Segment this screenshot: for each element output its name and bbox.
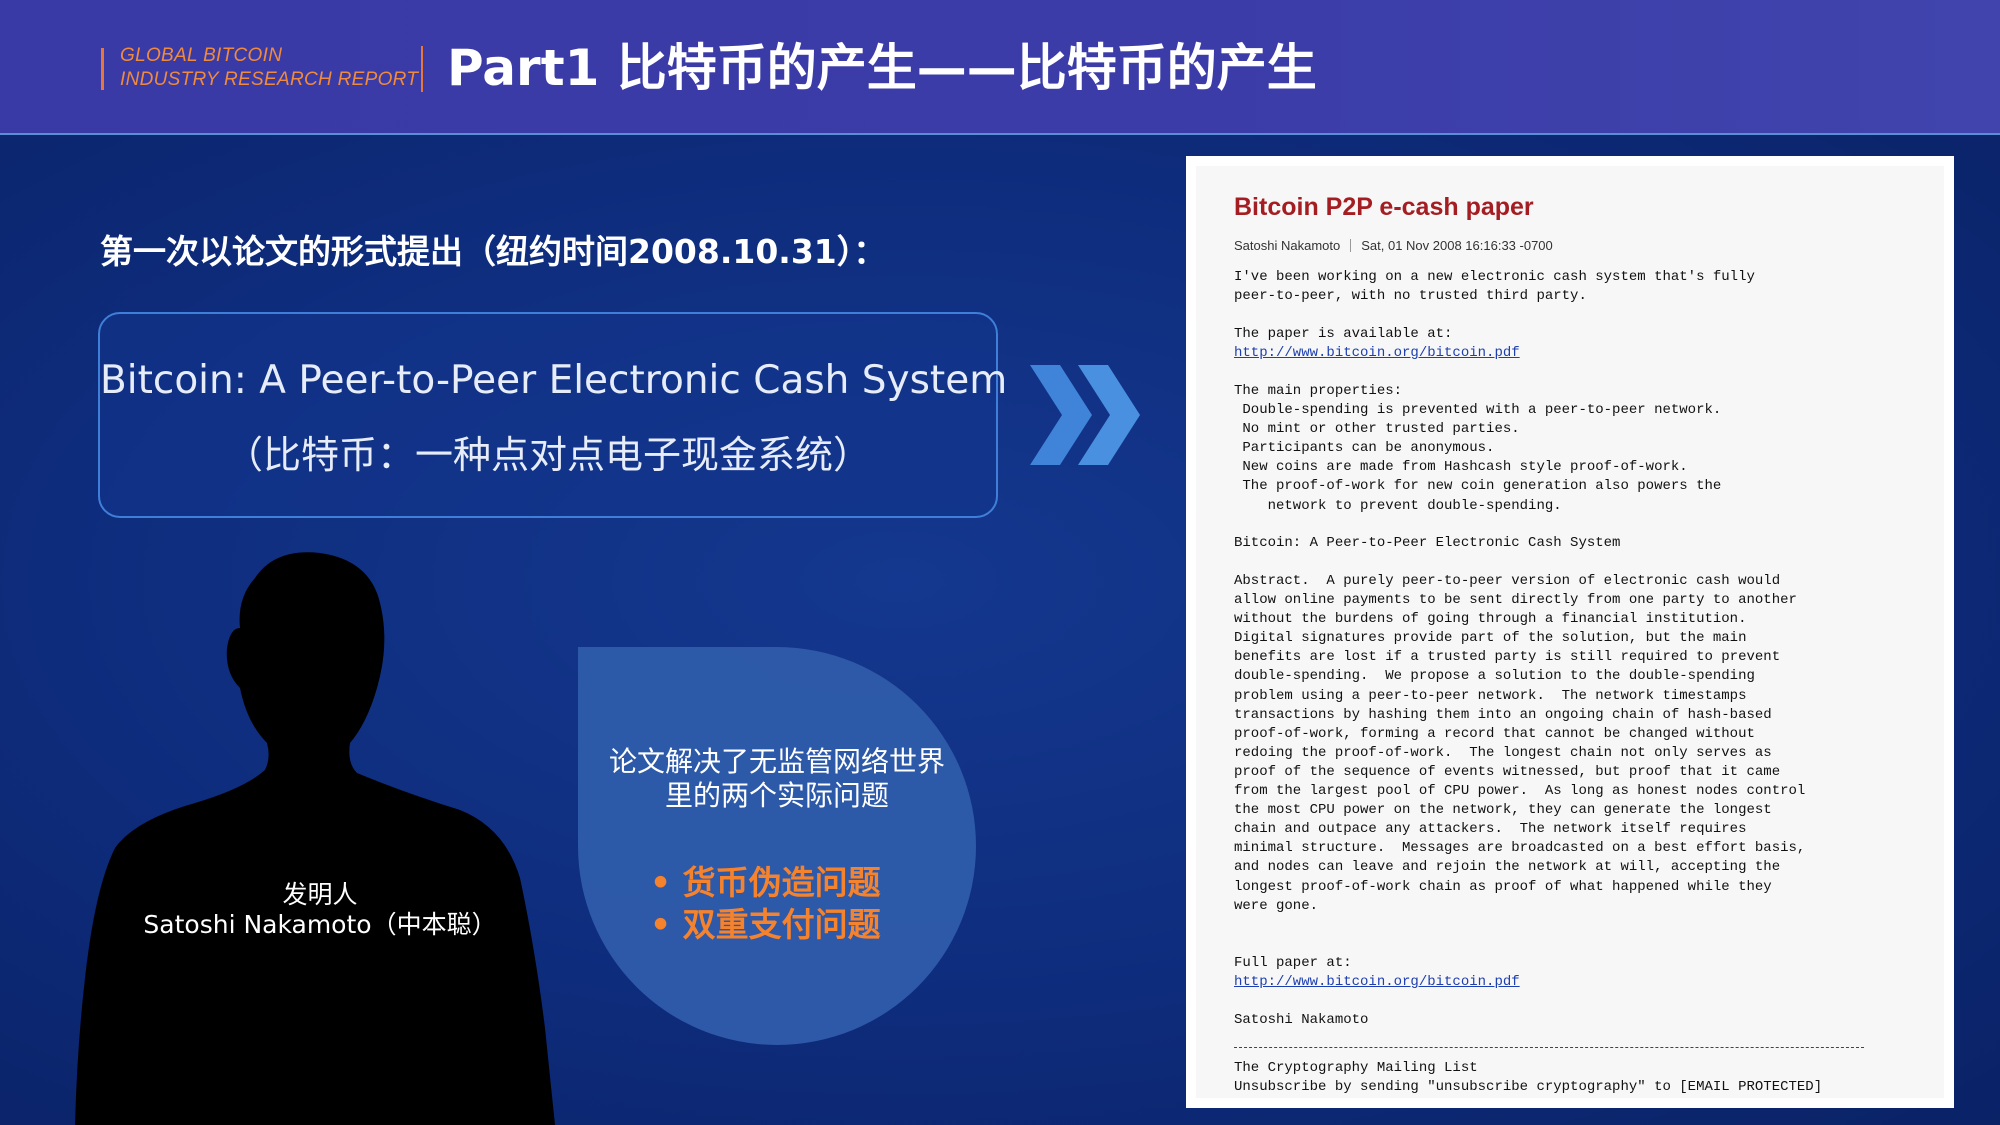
paper-screenshot: Bitcoin P2P e-cash paper Satoshi Nakamot… xyxy=(1186,156,1954,1108)
main-properties: The main properties: Double-spending is … xyxy=(1234,383,1722,514)
section-subtitle: 第一次以论文的形式提出（纽约时间2008.10.31）： xyxy=(100,232,887,271)
bubble-line-2: 里的两个实际问题 xyxy=(664,779,889,812)
inventor-name: Satoshi Nakamoto（中本聪） xyxy=(143,910,497,939)
bubble-line-1: 论文解决了无监管网络世界 xyxy=(608,745,945,778)
email-intro: I've been working on a new electronic ca… xyxy=(1234,269,1755,305)
available-label: The paper is available at: xyxy=(1234,326,1453,342)
double-chevron-right-icon xyxy=(1030,365,1140,465)
brand-logo-text: GLOBAL BITCOIN INDUSTRY RESEARCH REPORT xyxy=(120,44,418,92)
email-meta: Satoshi Nakamoto Sat, 01 Nov 2008 16:16:3… xyxy=(1234,238,1553,253)
full-paper-link-row: http://www.bitcoin.org/bitcoin.pdf xyxy=(1234,973,1520,992)
meta-divider xyxy=(1350,239,1352,252)
full-paper-link[interactable]: http://www.bitcoin.org/bitcoin.pdf xyxy=(1234,974,1520,990)
inventor-caption: 发明人 Satoshi Nakamoto（中本聪） xyxy=(120,880,520,940)
brand-line-2: INDUSTRY RESEARCH REPORT xyxy=(120,69,419,90)
problem-item: 货币伪造问题 xyxy=(650,862,970,904)
problem-item: 双重支付问题 xyxy=(650,904,970,946)
brand-divider xyxy=(101,48,104,90)
paper-link-row: http://www.bitcoin.org/bitcoin.pdf xyxy=(1234,344,1520,363)
paper-title-chinese: （比特币：一种点对点电子现金系统） xyxy=(224,433,871,477)
page-title: Part1 比特币的产生——比特币的产生 xyxy=(447,39,1317,97)
problem-list: 货币伪造问题 双重支付问题 xyxy=(650,862,970,946)
brand-line-1: GLOBAL BITCOIN xyxy=(120,45,283,66)
email-subject: Bitcoin P2P e-cash paper xyxy=(1234,193,1534,221)
email-document: Bitcoin P2P e-cash paper Satoshi Nakamot… xyxy=(1196,166,1944,1098)
email-author: Satoshi Nakamoto xyxy=(1234,238,1341,253)
dashed-divider xyxy=(1234,1047,1864,1048)
header-bar: GLOBAL BITCOIN INDUSTRY RESEARCH REPORT … xyxy=(0,0,2000,135)
abstract: Abstract. A purely peer-to-peer version … xyxy=(1234,573,1806,914)
full-paper-label: Full paper at: xyxy=(1234,955,1352,971)
bubble-description: 论文解决了无监管网络世界 里的两个实际问题 xyxy=(578,745,976,813)
title-divider xyxy=(421,46,423,92)
mailing-list-footer: The Cryptography Mailing List Unsubscrib… xyxy=(1234,1060,1823,1096)
paper-title-box: Bitcoin: A Peer-to-Peer Electronic Cash … xyxy=(98,312,1008,518)
inventor-role: 发明人 xyxy=(282,880,358,909)
email-date: Sat, 01 Nov 2008 16:16:33 -0700 xyxy=(1361,238,1553,253)
person-silhouette-icon xyxy=(75,552,555,1125)
paper-name: Bitcoin: A Peer-to-Peer Electronic Cash … xyxy=(1234,535,1621,551)
info-bubble xyxy=(578,647,976,1045)
paper-link[interactable]: http://www.bitcoin.org/bitcoin.pdf xyxy=(1234,345,1520,361)
paper-title-english: Bitcoin: A Peer-to-Peer Electronic Cash … xyxy=(100,358,1008,403)
email-signature: Satoshi Nakamoto xyxy=(1234,1012,1369,1028)
